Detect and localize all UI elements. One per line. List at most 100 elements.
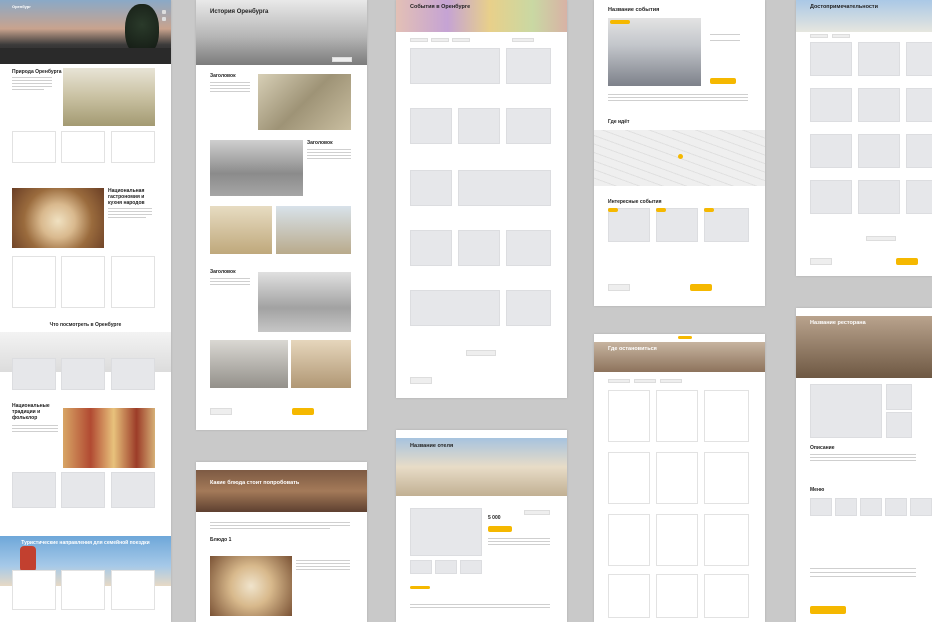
hotel-card[interactable] [656, 514, 698, 566]
hotel-card[interactable] [704, 574, 749, 618]
screen-sights: Достопримечательности [796, 0, 932, 276]
hotel-photo-thumb[interactable] [460, 560, 482, 574]
card[interactable] [111, 570, 155, 610]
event-card[interactable] [410, 48, 500, 84]
dish-card[interactable] [910, 498, 932, 516]
filter-chip[interactable] [431, 38, 449, 42]
hotel-card[interactable] [704, 514, 749, 566]
hotel-card[interactable] [608, 390, 650, 442]
hotel-card[interactable] [656, 452, 698, 504]
filter-chip[interactable] [410, 38, 428, 42]
filter-chip[interactable] [832, 34, 850, 38]
filter-chip[interactable] [512, 38, 534, 42]
sight-card[interactable] [858, 134, 900, 168]
buy-button[interactable] [710, 78, 736, 84]
map[interactable] [594, 130, 765, 186]
event-card[interactable] [704, 208, 749, 242]
reserve-button[interactable] [810, 606, 846, 614]
card[interactable] [111, 472, 155, 508]
card[interactable] [12, 472, 56, 508]
card[interactable] [12, 358, 56, 390]
page-title: Название события [608, 7, 660, 13]
card[interactable] [61, 358, 105, 390]
hotel-card[interactable] [656, 574, 698, 618]
card[interactable] [61, 131, 105, 163]
event-card[interactable] [458, 108, 500, 144]
sight-card[interactable] [810, 42, 852, 76]
filter-chip[interactable] [660, 379, 682, 383]
card[interactable] [61, 472, 105, 508]
event-card[interactable] [506, 108, 551, 144]
event-card[interactable] [458, 170, 551, 206]
sight-card[interactable] [906, 180, 932, 214]
card[interactable] [111, 358, 155, 390]
text-line [210, 91, 250, 93]
hotel-card[interactable] [608, 574, 650, 618]
dish-card[interactable] [860, 498, 882, 516]
photo-badge[interactable] [332, 57, 352, 62]
screen-orenburg-home: Оренбург Природа Оренбурга Национальная … [0, 0, 171, 622]
hotel-photo-thumb[interactable] [410, 560, 432, 574]
card[interactable] [12, 131, 56, 163]
action-button[interactable] [524, 510, 550, 515]
sight-card[interactable] [858, 42, 900, 76]
sight-card[interactable] [858, 180, 900, 214]
footer-accent-button[interactable] [292, 408, 314, 415]
filter-chip[interactable] [452, 38, 470, 42]
text-line [307, 149, 351, 151]
footer-accent-button[interactable] [690, 284, 712, 291]
event-card[interactable] [506, 290, 551, 326]
restaurant-photo-thumb[interactable] [886, 384, 912, 410]
card[interactable] [111, 131, 155, 163]
filter-chip[interactable] [634, 379, 656, 383]
event-card[interactable] [656, 208, 698, 242]
logo[interactable]: Оренбург [12, 4, 31, 10]
sight-card[interactable] [906, 42, 932, 76]
search-icon[interactable] [162, 17, 166, 21]
footer-button[interactable] [410, 377, 432, 384]
footer-accent-button[interactable] [896, 258, 918, 265]
dish-card[interactable] [885, 498, 907, 516]
card[interactable] [12, 256, 56, 308]
card[interactable] [61, 570, 105, 610]
load-more-button[interactable] [866, 236, 896, 241]
footer-button[interactable] [608, 284, 630, 291]
sight-card[interactable] [810, 180, 852, 214]
hotel-card[interactable] [608, 452, 650, 504]
hotel-card[interactable] [656, 390, 698, 442]
nav-active[interactable] [678, 336, 692, 339]
sight-card[interactable] [906, 134, 932, 168]
hotel-card[interactable] [608, 514, 650, 566]
card[interactable] [111, 256, 155, 308]
hotel-card[interactable] [704, 390, 749, 442]
filter-chip[interactable] [810, 34, 828, 38]
event-card[interactable] [506, 230, 551, 266]
book-button[interactable] [488, 526, 512, 532]
section-traditions-title: Национальные традиции и фольклор [12, 403, 50, 421]
sight-card[interactable] [810, 88, 852, 122]
event-card[interactable] [410, 230, 452, 266]
sight-card[interactable] [906, 88, 932, 122]
restaurant-photo-thumb[interactable] [886, 412, 912, 438]
event-card[interactable] [608, 208, 650, 242]
footer-button[interactable] [810, 258, 832, 265]
card[interactable] [61, 256, 105, 308]
footer-button[interactable] [210, 408, 232, 415]
card[interactable] [12, 570, 56, 610]
sight-card[interactable] [810, 134, 852, 168]
hotel-card[interactable] [704, 452, 749, 504]
event-card[interactable] [410, 170, 452, 206]
dish-card[interactable] [835, 498, 857, 516]
sight-card[interactable] [858, 88, 900, 122]
event-card[interactable] [410, 108, 452, 144]
history-photo [210, 206, 272, 254]
hotel-photo-thumb[interactable] [435, 560, 457, 574]
menu-icon[interactable] [162, 10, 166, 14]
load-more-button[interactable] [466, 350, 496, 356]
text-line [108, 208, 152, 210]
dish-card[interactable] [810, 498, 832, 516]
event-card[interactable] [458, 230, 500, 266]
event-card[interactable] [410, 290, 500, 326]
event-card[interactable] [506, 48, 551, 84]
filter-chip[interactable] [608, 379, 630, 383]
